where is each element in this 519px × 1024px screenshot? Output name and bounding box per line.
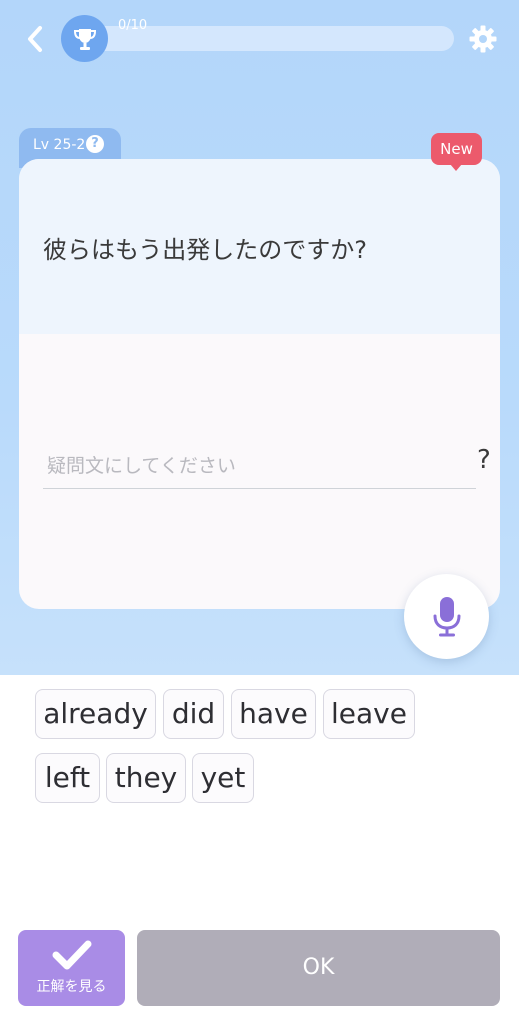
trophy-icon [73, 28, 96, 50]
question-text: 彼らはもう出発したのですか? [43, 236, 368, 264]
question-panel: 彼らはもう出発したのですか? [19, 159, 500, 334]
word-chip-yet[interactable]: yet [192, 753, 254, 803]
word-chip-did[interactable]: did [163, 689, 224, 739]
word-chip-leave[interactable]: leave [323, 689, 415, 739]
question-card: 彼らはもう出発したのですか? 疑問文にしてください ? [19, 159, 500, 609]
word-chip-they[interactable]: they [106, 753, 186, 803]
answer-end-punctuation: ? [477, 445, 491, 475]
gear-icon [469, 25, 497, 53]
settings-button[interactable] [466, 22, 500, 56]
level-label: Lv 25-2 [33, 137, 86, 153]
answer-underline [43, 488, 476, 489]
trophy-badge [61, 15, 108, 62]
progress-text: 0/10 [118, 18, 148, 33]
microphone-icon [433, 596, 460, 636]
word-chip-left[interactable]: left [35, 753, 100, 803]
word-chip-have[interactable]: have [231, 689, 316, 739]
show-answer-label: 正解を見る [36, 979, 107, 995]
new-badge: New [431, 133, 482, 171]
microphone-button[interactable] [404, 574, 489, 659]
show-answer-button[interactable]: 正解を見る [18, 930, 125, 1006]
level-help-icon[interactable]: ? [86, 135, 104, 153]
checkmark-icon [52, 940, 92, 970]
word-chip-already[interactable]: already [35, 689, 156, 739]
chevron-left-icon [28, 26, 42, 52]
answer-field[interactable]: 疑問文にしてください [47, 451, 236, 478]
back-button[interactable] [18, 22, 52, 56]
ok-button[interactable]: OK [137, 930, 500, 1006]
